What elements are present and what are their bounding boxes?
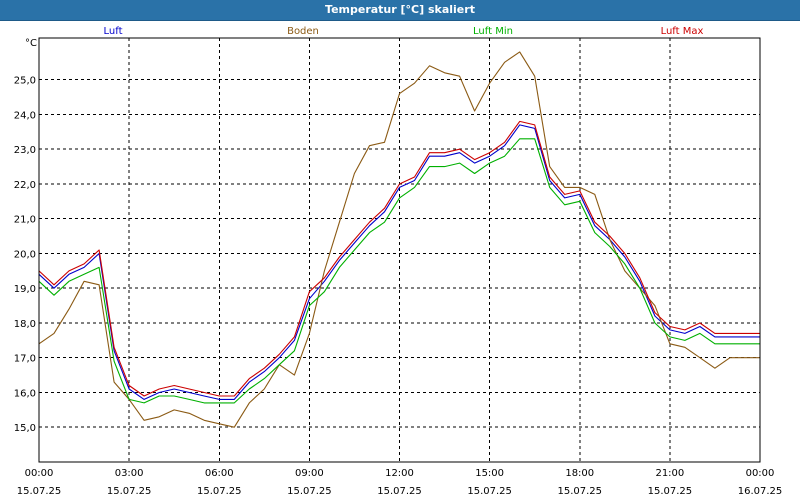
y-tick-label: 16,0 — [14, 388, 36, 399]
y-tick-label: 23,0 — [14, 145, 36, 156]
x-tick-date: 15.07.25 — [557, 486, 602, 497]
x-tick-date: 15.07.25 — [197, 486, 242, 497]
y-tick-label: 17,0 — [14, 354, 36, 365]
x-tick-time: 21:00 — [655, 468, 684, 479]
y-tick-label: 15,0 — [14, 423, 36, 434]
x-tick-time: 09:00 — [295, 468, 324, 479]
y-tick-label: 18,0 — [14, 319, 36, 330]
chart-title: Temperatur [°C] skaliert — [0, 0, 800, 21]
y-tick-label: 22,0 — [14, 180, 36, 191]
y-tick-label: 20,0 — [14, 249, 36, 260]
legend-entry: Luft — [104, 26, 123, 37]
y-axis-unit: °C — [25, 38, 37, 49]
x-tick-date: 15.07.25 — [107, 486, 152, 497]
y-tick-label: 25,0 — [14, 76, 36, 87]
y-tick-label: 19,0 — [14, 284, 36, 295]
x-tick-time: 12:00 — [385, 468, 414, 479]
x-tick-date: 15.07.25 — [467, 486, 512, 497]
legend-entry: Luft Min — [473, 26, 513, 37]
y-tick-label: 24,0 — [14, 110, 36, 121]
x-tick-time: 18:00 — [565, 468, 594, 479]
temperature-chart: 15,0 16,0 17,0 18,0 19,0 20,0 21,0 22,0 23,0 24,0… — [14, 26, 783, 497]
legend-entry: Luft Max — [661, 26, 704, 37]
x-tick-date: 15.07.25 — [648, 486, 693, 497]
x-tick-time: 00:00 — [25, 468, 54, 479]
y-tick-label: 21,0 — [14, 215, 36, 226]
x-tick-date: 15.07.25 — [377, 486, 422, 497]
x-tick-date: 16.07.25 — [738, 486, 783, 497]
x-tick-time: 00:00 — [746, 468, 775, 479]
x-tick-date: 15.07.25 — [17, 486, 62, 497]
x-tick-time: 03:00 — [115, 468, 144, 479]
x-tick-time: 15:00 — [475, 468, 504, 479]
x-tick-date: 15.07.25 — [287, 486, 332, 497]
x-tick-time: 06:00 — [205, 468, 234, 479]
legend-entry: Boden — [287, 26, 319, 37]
